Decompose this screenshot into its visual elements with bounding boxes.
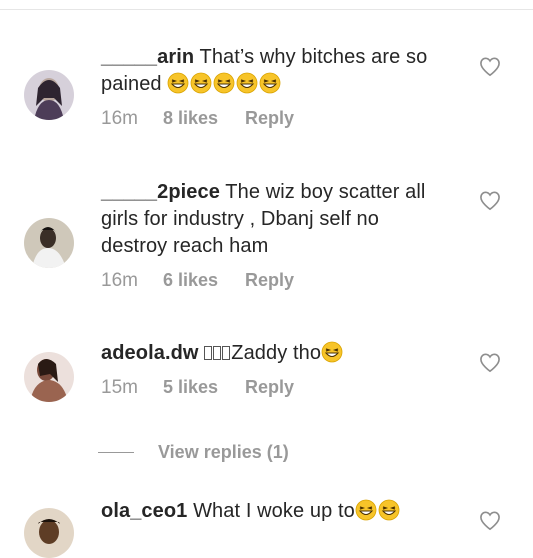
comment-likes[interactable]: 6 likes <box>163 270 218 291</box>
laughing-emoji-icon <box>167 72 189 94</box>
comment-body: Zaddy tho <box>231 342 322 364</box>
avatar[interactable] <box>24 508 74 558</box>
heart-icon[interactable] <box>479 353 501 373</box>
avatar[interactable] <box>24 352 74 402</box>
comment-meta: 16m 6 likes Reply <box>101 270 446 292</box>
avatar[interactable] <box>24 70 74 120</box>
comment-meta: 16m 8 likes Reply <box>101 108 446 130</box>
comment-text: _____2piece The wiz boy scatter all girl… <box>101 179 446 260</box>
missing-glyph-icon <box>213 346 222 360</box>
comment-username[interactable]: _____2piece <box>101 181 220 203</box>
comment-timestamp: 16m <box>101 108 138 129</box>
heart-icon[interactable] <box>479 191 501 211</box>
laughing-emoji-icon <box>259 72 281 94</box>
comment-username[interactable]: adeola.dw <box>101 342 199 364</box>
comment-text: ola_ceo1 What I woke up to <box>101 498 446 525</box>
laughing-emoji-icon <box>213 72 235 94</box>
view-replies-divider <box>98 451 134 453</box>
comment-timestamp: 15m <box>101 377 138 398</box>
comment-likes[interactable]: 5 likes <box>163 377 218 398</box>
reply-button[interactable]: Reply <box>245 270 294 291</box>
comment-username[interactable]: ola_ceo1 <box>101 500 187 522</box>
avatar[interactable] <box>24 218 74 268</box>
laughing-emoji-icon <box>355 499 377 521</box>
reply-button[interactable]: Reply <box>245 108 294 129</box>
laughing-emoji-icon <box>321 341 343 363</box>
laughing-emoji-icon <box>190 72 212 94</box>
comment-meta: 15m 5 likes Reply <box>101 377 446 399</box>
view-replies-label[interactable]: View replies (1) <box>158 442 289 463</box>
heart-icon[interactable] <box>479 57 501 77</box>
heart-icon[interactable] <box>479 511 501 531</box>
comment-text: adeola.dw Zaddy tho <box>101 340 446 367</box>
comment-body: What I woke up to <box>193 500 355 522</box>
laughing-emoji-icon <box>378 499 400 521</box>
comment-username[interactable]: _____arin <box>101 46 194 68</box>
comment-text: _____arin That’s why bitches are so pain… <box>101 44 446 98</box>
laughing-emoji-group <box>162 72 283 95</box>
laughing-emoji-icon <box>236 72 258 94</box>
top-divider <box>0 0 533 10</box>
reply-button[interactable]: Reply <box>245 377 294 398</box>
comment-timestamp: 16m <box>101 270 138 291</box>
view-replies-button[interactable]: View replies (1) <box>98 440 289 464</box>
missing-glyph-icon <box>204 346 213 360</box>
missing-glyph-icon <box>222 346 231 360</box>
comment-likes[interactable]: 8 likes <box>163 108 218 129</box>
